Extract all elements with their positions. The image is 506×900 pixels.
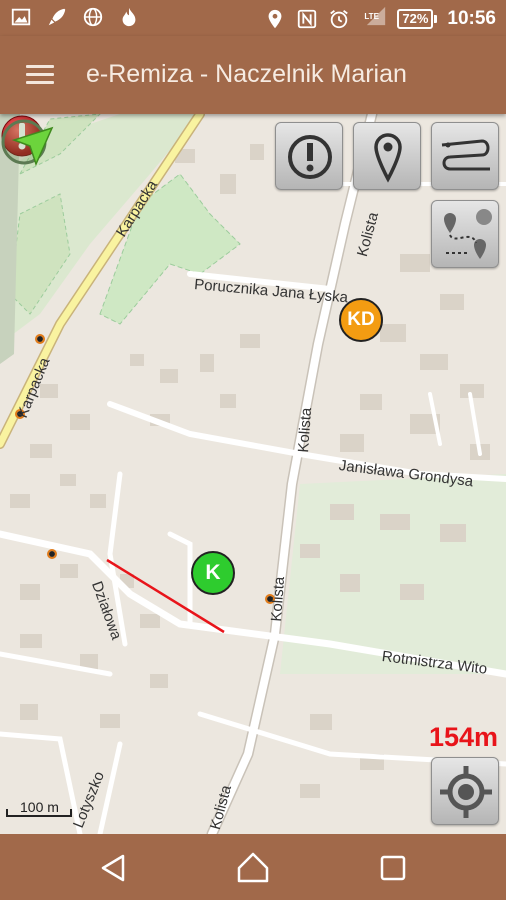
map-scale: 100 m [6, 799, 72, 817]
current-location-arrow-icon [1, 119, 54, 167]
my-location-button[interactable] [431, 757, 499, 825]
alert-button[interactable] [275, 122, 343, 190]
alarm-icon [330, 9, 349, 28]
status-bar: LTE 72% 10:56 [0, 0, 506, 36]
network-type: LTE [364, 12, 379, 21]
alert-icon [288, 135, 332, 179]
clock: 10:56 [447, 7, 496, 29]
map-view[interactable]: Karpacka Karpacka Kolista Kolista Kolist… [0, 114, 506, 834]
app-bar: e-Remiza - Naczelnik Marian [0, 36, 506, 114]
crosshair-icon [440, 766, 492, 818]
home-icon[interactable] [233, 848, 273, 888]
k-marker[interactable]: K [191, 551, 235, 595]
route-icon [441, 139, 490, 171]
globe-icon [83, 7, 103, 27]
navigation-bar [0, 834, 506, 900]
kd-marker[interactable]: KD [339, 298, 383, 342]
route-points-icon [444, 209, 492, 259]
location-icon [268, 9, 282, 28]
battery-level: 72% [397, 8, 434, 29]
route-points-button[interactable] [431, 200, 499, 268]
image-icon [11, 8, 31, 26]
battery-indicator: 72% [397, 8, 438, 29]
fire-icon [122, 7, 136, 27]
app-title: e-Remiza - Naczelnik Marian [86, 60, 407, 88]
back-icon[interactable] [93, 848, 133, 888]
rocket-icon [48, 8, 66, 26]
street-label: Kolista [295, 407, 316, 454]
route-button[interactable] [431, 122, 499, 190]
location-pin-button[interactable] [353, 122, 421, 190]
recents-icon[interactable] [373, 848, 413, 888]
nfc-icon [298, 9, 317, 28]
distance-readout: 154m [428, 722, 498, 752]
street-label: Kolista [268, 576, 289, 623]
location-pin-icon [374, 133, 402, 183]
hamburger-menu-icon[interactable] [26, 65, 54, 85]
